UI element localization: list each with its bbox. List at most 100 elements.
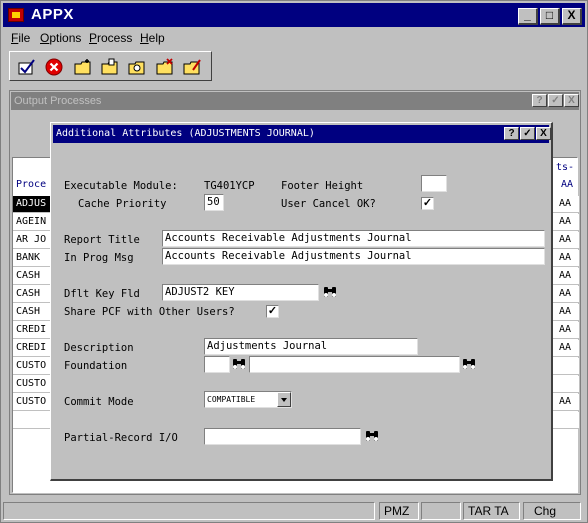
list-item-attribute[interactable]	[553, 376, 579, 393]
list-item[interactable]: CASH	[13, 304, 51, 321]
new-folder-icon[interactable]	[73, 57, 93, 77]
output-processes-title: Output Processes	[14, 95, 102, 107]
list-item[interactable]: CUSTO	[13, 394, 51, 411]
status-bar: PMZ TAR TA Chg	[3, 501, 585, 521]
partial-record-field[interactable]	[204, 428, 361, 445]
menu-bar: File Options Process Help	[3, 28, 585, 48]
cache-priority-field[interactable]: 50	[204, 194, 224, 211]
status-panel-message	[3, 502, 375, 520]
user-cancel-checkbox[interactable]: ✓	[421, 197, 434, 210]
list-item-attribute[interactable]	[553, 358, 579, 375]
menu-help-label: elp	[148, 31, 165, 45]
chevron-down-icon[interactable]	[277, 392, 291, 407]
attributes-column-header-top: ts-	[556, 162, 575, 173]
maximize-button[interactable]: □	[540, 8, 560, 25]
cancel-icon[interactable]	[44, 57, 64, 77]
toolbar	[9, 51, 212, 81]
app-title: APPX	[31, 6, 74, 23]
list-item[interactable]	[13, 412, 51, 429]
binoculars-icon[interactable]	[322, 284, 338, 300]
menu-options-mnemonic: O	[40, 31, 50, 45]
report-title-field[interactable]: Accounts Receivable Adjustments Journal	[162, 230, 545, 247]
list-item-attribute[interactable]	[553, 412, 579, 429]
list-item[interactable]: CREDI	[13, 322, 51, 339]
in-prog-msg-label: In Prog Msg	[64, 252, 134, 264]
output-help-button[interactable]: ?	[532, 94, 547, 107]
commit-mode-value: COMPATIBLE	[207, 395, 256, 404]
list-item-attribute[interactable]: AA	[553, 250, 579, 267]
menu-file[interactable]: File	[11, 31, 30, 45]
list-item-attribute[interactable]: AA	[553, 304, 579, 321]
executable-module-value: TG401YCP	[204, 180, 255, 192]
foundation-process-field[interactable]	[249, 356, 460, 373]
dflt-key-fld-field[interactable]: ADJUST2 KEY	[162, 284, 319, 301]
menu-process[interactable]: Process	[89, 31, 132, 45]
output-ok-button[interactable]: ✓	[548, 94, 563, 107]
list-item-attribute[interactable]: AA	[553, 322, 579, 339]
menu-help[interactable]: Help	[140, 31, 165, 45]
list-item[interactable]: CASH	[13, 286, 51, 303]
share-pcf-label: Share PCF with Other Users?	[64, 306, 235, 318]
binoculars-icon[interactable]	[231, 356, 247, 372]
open-folder-icon[interactable]	[100, 57, 120, 77]
dflt-key-fld-label: Dflt Key Fld	[64, 288, 140, 300]
attributes-column-header: AA	[561, 179, 574, 190]
partial-record-label: Partial-Record I/O	[64, 432, 178, 444]
list-item-attribute[interactable]: AA	[553, 286, 579, 303]
list-item[interactable]: CREDI	[13, 340, 51, 357]
in-prog-msg-field[interactable]: Accounts Receivable Adjustments Journal	[162, 248, 545, 265]
title-bar: APPX _ □ X	[3, 3, 585, 27]
list-item[interactable]: AR JO	[13, 232, 51, 249]
foundation-app-field[interactable]	[204, 356, 230, 373]
list-item-attribute[interactable]: AA	[553, 232, 579, 249]
executable-module-label: Executable Module:	[64, 180, 178, 192]
footer-height-field[interactable]	[421, 175, 447, 192]
list-item[interactable]: AGEIN	[13, 214, 51, 231]
commit-mode-label: Commit Mode	[64, 396, 134, 408]
minimize-button[interactable]: _	[518, 8, 538, 25]
binoculars-icon[interactable]	[364, 428, 380, 444]
status-panel-empty	[421, 502, 461, 520]
additional-attributes-dialog: Additional Attributes (ADJUSTMENTS JOURN…	[50, 122, 553, 481]
list-item[interactable]: BANK	[13, 250, 51, 267]
share-pcf-checkbox[interactable]: ✓	[266, 305, 279, 318]
commit-mode-select[interactable]: COMPATIBLE	[204, 391, 292, 408]
dialog-close-button[interactable]: X	[536, 127, 551, 140]
cache-priority-label: Cache Priority	[78, 198, 167, 210]
appx-logo-icon	[8, 8, 24, 22]
status-panel-tar: TAR TA	[463, 502, 520, 520]
list-item[interactable]: ADJUS	[13, 196, 51, 213]
delete-folder-icon[interactable]	[155, 57, 175, 77]
report-title-label: Report Title	[64, 234, 140, 246]
edit-folder-icon[interactable]	[182, 57, 202, 77]
description-label: Description	[64, 342, 134, 354]
close-button[interactable]: X	[562, 8, 582, 25]
menu-options[interactable]: Options	[40, 31, 81, 45]
list-item-attribute[interactable]: AA	[553, 394, 579, 411]
dialog-title: Additional Attributes (ADJUSTMENTS JOURN…	[56, 128, 315, 139]
list-item[interactable]: CASH	[13, 268, 51, 285]
menu-help-mnemonic: H	[140, 31, 149, 45]
status-panel-mode: Chg	[523, 502, 581, 520]
dialog-title-bar: Additional Attributes (ADJUSTMENTS JOURN…	[53, 125, 551, 143]
binoculars-icon[interactable]	[461, 356, 477, 372]
dialog-help-button[interactable]: ?	[504, 127, 519, 140]
dialog-ok-button[interactable]: ✓	[520, 127, 535, 140]
output-close-button[interactable]: X	[564, 94, 579, 107]
foundation-label: Foundation	[64, 360, 128, 372]
menu-file-label: ile	[18, 31, 31, 45]
output-processes-title-bar: Output Processes ? ✓ X	[11, 92, 579, 110]
menu-process-mnemonic: P	[89, 31, 98, 45]
list-item-attribute[interactable]: AA	[553, 268, 579, 285]
list-item-attribute[interactable]: AA	[553, 340, 579, 357]
list-item-attribute[interactable]: AA	[553, 214, 579, 231]
description-field[interactable]: Adjustments Journal	[204, 338, 418, 355]
process-column-header: Proce	[16, 179, 47, 190]
status-panel-pmz: PMZ	[379, 502, 419, 520]
list-item[interactable]: CUSTO	[13, 358, 51, 375]
ok-check-icon[interactable]	[17, 57, 37, 77]
list-item[interactable]: CUSTO	[13, 376, 51, 393]
list-item-attribute[interactable]: AA	[553, 196, 579, 213]
menu-process-label: rocess	[97, 31, 133, 45]
search-folder-icon[interactable]	[127, 57, 147, 77]
